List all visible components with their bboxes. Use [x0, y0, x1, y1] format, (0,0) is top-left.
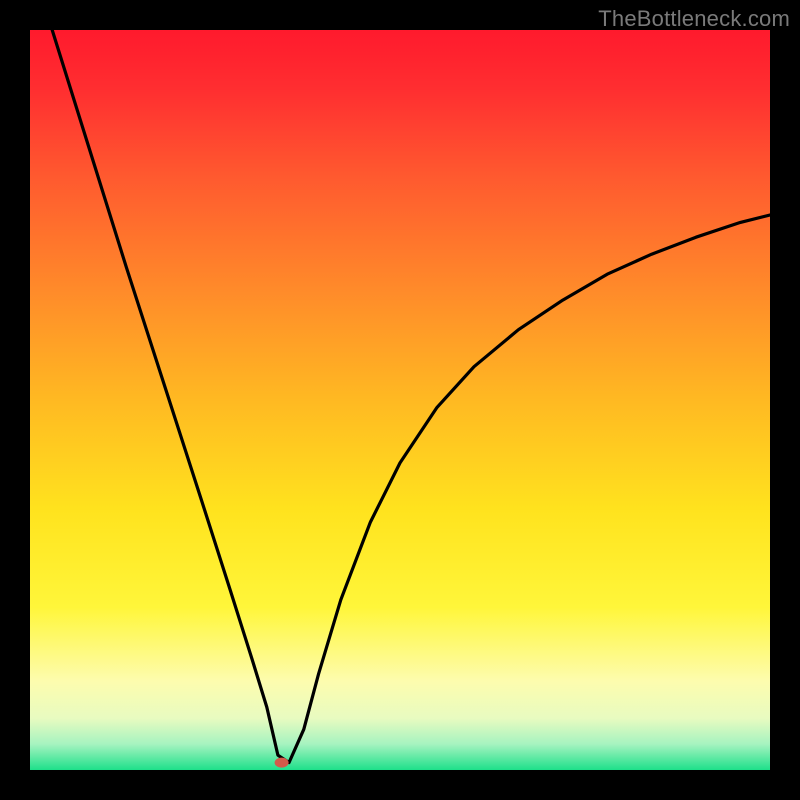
- plot-area: [30, 30, 770, 770]
- chart-frame: TheBottleneck.com: [0, 0, 800, 800]
- chart-svg: [30, 30, 770, 770]
- gradient-background: [30, 30, 770, 770]
- minimum-marker: [275, 758, 289, 768]
- watermark-text: TheBottleneck.com: [598, 6, 790, 32]
